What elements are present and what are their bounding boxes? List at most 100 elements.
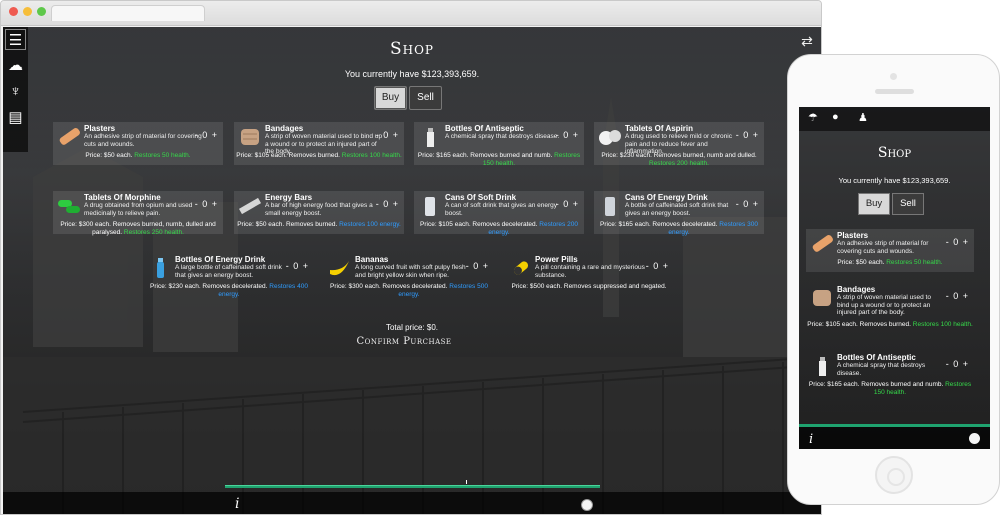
quantity-stepper[interactable]: - 0 + bbox=[736, 130, 758, 140]
quantity-stepper[interactable]: - 0 + bbox=[195, 130, 217, 140]
green-capsule-icon bbox=[58, 200, 80, 213]
phone-mockup: ☂ ● ♟ Shop You currently have $123,393,6… bbox=[787, 54, 1000, 505]
item-price: Price: $105 each. Removes decelerated. R… bbox=[420, 221, 578, 236]
can-icon bbox=[425, 197, 435, 216]
item-price: Price: $105 each. Removes burned. Restor… bbox=[236, 152, 402, 159]
item-name: Cans Of Energy Drink bbox=[625, 193, 708, 202]
browser-tab[interactable] bbox=[51, 5, 205, 21]
shop-item-antiseptic: Bottles Of Antiseptic A chemical spray t… bbox=[414, 122, 584, 167]
item-price: Price: $50 each. Restores 50 health. bbox=[837, 259, 943, 266]
total-price: Total price: $0. bbox=[385, 323, 439, 332]
shop-item-energy-drink-can: Cans Of Energy Drink A bottle of caffein… bbox=[594, 191, 764, 236]
shop-item-energy-bars: Energy Bars A bar of high energy food th… bbox=[234, 191, 404, 234]
power-pill-icon bbox=[513, 261, 529, 275]
quantity-stepper[interactable]: - 0 + bbox=[195, 199, 217, 209]
bandage-icon bbox=[241, 129, 259, 145]
item-description: A chemical spray that destroys disease. bbox=[445, 133, 560, 140]
quantity-stepper[interactable]: - 0 + bbox=[646, 261, 668, 271]
quantity-stepper[interactable]: - 0 + bbox=[556, 199, 578, 209]
progress-marker bbox=[466, 480, 467, 484]
buy-sell-toggle: Buy Sell bbox=[374, 86, 442, 110]
shop-title: Shop bbox=[389, 39, 435, 59]
progress-bar bbox=[225, 485, 600, 488]
item-name: Bandages bbox=[837, 285, 876, 294]
game-viewport: ☰ ☁ ♆ ▤ ⇄ Shop You currently have $123,3… bbox=[3, 27, 821, 514]
item-name: Power Pills bbox=[535, 255, 578, 264]
item-price: Price: $165 each. Removes burned and num… bbox=[808, 381, 972, 396]
spray-bottle-icon bbox=[819, 357, 826, 376]
confirm-purchase-button[interactable]: Confirm Purchase bbox=[348, 333, 460, 351]
phone-bottom-bar bbox=[799, 427, 990, 449]
phone-home-button[interactable] bbox=[875, 456, 913, 494]
item-name: Plasters bbox=[84, 124, 116, 133]
info-icon[interactable]: i bbox=[235, 496, 239, 512]
buy-button[interactable]: Buy bbox=[374, 86, 407, 110]
pills-icon bbox=[599, 130, 621, 145]
phone-money-display: You currently have $123,393,659. bbox=[838, 176, 951, 185]
item-price: Price: $230 each. Removes decelerated. R… bbox=[150, 283, 308, 298]
item-description: An adhesive strip of material for coveri… bbox=[84, 133, 202, 148]
item-description: A long curved fruit with soft pulpy fles… bbox=[355, 264, 466, 279]
item-name: Bandages bbox=[265, 124, 304, 133]
item-price: Price: $165 each. Removes burned and num… bbox=[417, 152, 581, 167]
item-description: A chemical spray that destroys disease. bbox=[837, 362, 926, 377]
map-icon[interactable]: ▤ bbox=[5, 107, 26, 128]
item-name: Bananas bbox=[355, 255, 389, 264]
item-description: A bar of high energy food that gives a s… bbox=[265, 202, 373, 217]
bandage-icon bbox=[813, 290, 831, 306]
item-name: Tablets Of Aspirin bbox=[625, 124, 694, 133]
close-window-icon[interactable] bbox=[9, 7, 18, 16]
phone-shop-title: Shop bbox=[877, 145, 912, 161]
item-description: A large bottle of caffeinated soft drink… bbox=[175, 264, 282, 279]
phone-buy-button[interactable]: Buy bbox=[858, 193, 890, 215]
phone-speaker bbox=[875, 89, 914, 94]
item-name: Bottles Of Energy Drink bbox=[175, 255, 266, 264]
phone-camera bbox=[890, 73, 897, 80]
quantity-stepper[interactable]: - 0 + bbox=[946, 291, 968, 301]
browser-title-bar bbox=[1, 1, 821, 26]
item-price: Price: $500 each. Removes suppressed and… bbox=[511, 283, 667, 290]
blue-bottle-icon bbox=[157, 258, 164, 278]
quantity-stepper[interactable]: - 0 + bbox=[286, 261, 308, 271]
item-price: Price: $50 each. Restores 50 health. bbox=[85, 152, 191, 159]
phone-top-bar: ☂ ● ♟ bbox=[799, 107, 990, 131]
item-price: Price: $50 each. Removes burned. Restore… bbox=[237, 221, 401, 228]
phone-shop-item-antiseptic: Bottles Of Antiseptic A chemical spray t… bbox=[806, 351, 974, 396]
item-price: Price: $105 each. Removes burned. Restor… bbox=[807, 321, 973, 328]
item-price: Price: $165 each. Removes decelerated. R… bbox=[600, 221, 758, 236]
money-display: You currently have $123,393,659. bbox=[344, 69, 480, 79]
plaster-icon bbox=[812, 235, 833, 252]
hat-icon[interactable]: ☂ bbox=[808, 111, 818, 124]
chat-icon[interactable]: ● bbox=[832, 111, 839, 123]
maximize-window-icon[interactable] bbox=[37, 7, 46, 16]
sell-button[interactable]: Sell bbox=[409, 86, 442, 110]
ball-icon[interactable] bbox=[581, 499, 593, 511]
user-icon[interactable]: ♟ bbox=[858, 111, 868, 124]
phone-sell-button[interactable]: Sell bbox=[892, 193, 924, 215]
shop-item-bandages: Bandages A strip of woven material used … bbox=[234, 122, 404, 165]
quantity-stepper[interactable]: - 0 + bbox=[556, 130, 578, 140]
item-price: Price: $230 each. Removes burned, numb a… bbox=[601, 152, 757, 167]
bottom-bar bbox=[3, 492, 821, 514]
quantity-stepper[interactable]: - 0 + bbox=[736, 199, 758, 209]
phone-buy-sell-toggle: Buy Sell bbox=[858, 193, 924, 215]
quantity-stepper[interactable]: - 0 + bbox=[946, 237, 968, 247]
shop-item-plasters: Plasters An adhesive strip of material f… bbox=[53, 122, 223, 165]
shop-item-bananas: Bananas A long curved fruit with soft pu… bbox=[324, 253, 494, 298]
minimize-window-icon[interactable] bbox=[23, 7, 32, 16]
energy-bar-icon bbox=[238, 197, 262, 215]
quantity-stepper[interactable]: - 0 + bbox=[376, 199, 398, 209]
quantity-stepper[interactable]: - 0 + bbox=[946, 359, 968, 369]
item-price: Price: $300 each. Removes decelerated. R… bbox=[330, 283, 488, 298]
shop-item-power-pills: Power Pills A pill containing a rare and… bbox=[504, 253, 674, 296]
spray-bottle-icon bbox=[427, 128, 434, 147]
item-name: Cans Of Soft Drink bbox=[445, 193, 517, 202]
item-description: A bottle of caffeinated soft drink that … bbox=[625, 202, 729, 217]
quantity-stepper[interactable]: - 0 + bbox=[376, 130, 398, 140]
phone-ball-icon[interactable] bbox=[969, 433, 980, 444]
tree-icon[interactable]: ♆ bbox=[5, 81, 26, 102]
quantity-stepper[interactable]: - 0 + bbox=[466, 261, 488, 271]
item-name: Energy Bars bbox=[265, 193, 313, 202]
phone-info-icon[interactable]: i bbox=[809, 432, 813, 447]
item-description: A strip of woven material used to bind u… bbox=[837, 294, 931, 316]
